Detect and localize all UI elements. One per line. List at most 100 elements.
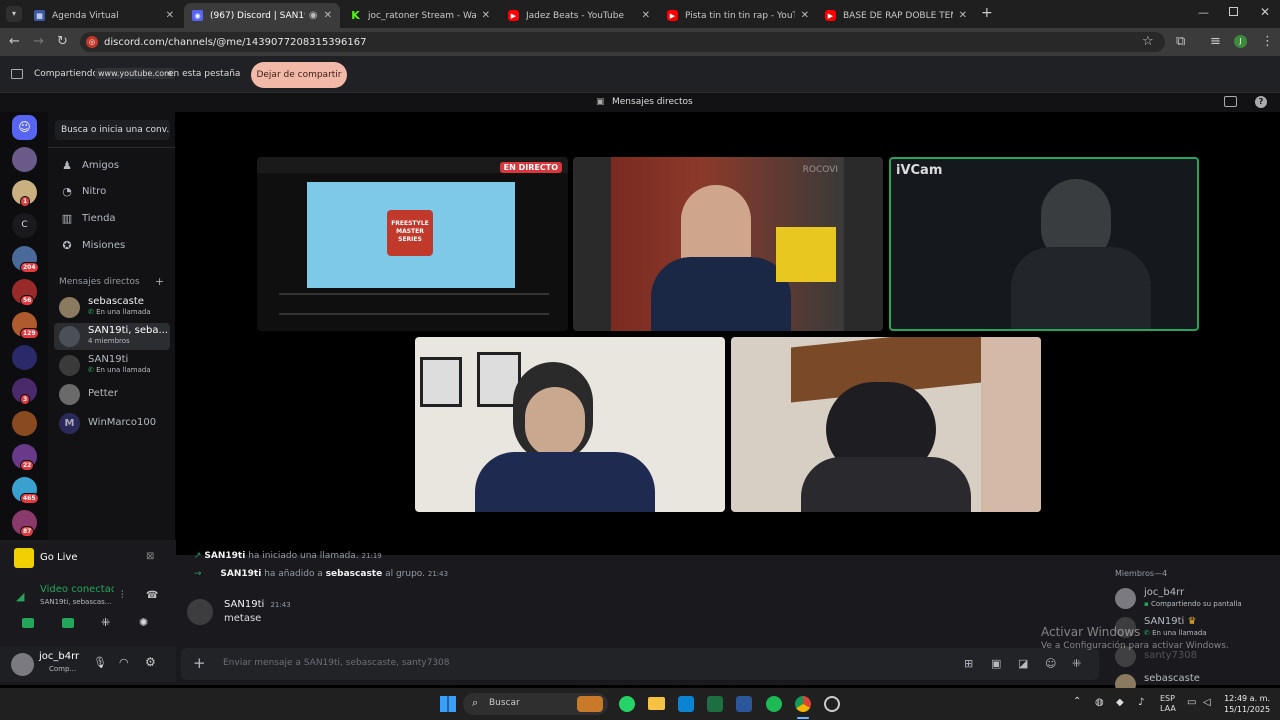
close-tab-icon[interactable]: ✕ (801, 10, 809, 21)
current-user[interactable]: joc_b4rr Comp... 🎙 ◠ ⚙ (0, 646, 176, 682)
dm-item[interactable]: SAN19ti ✆ En una llamada (54, 352, 170, 379)
volume-icon[interactable]: ◁ (1203, 697, 1211, 708)
nav-friends[interactable]: ♟ Amigos (60, 159, 119, 172)
disconnect-icon[interactable]: ☎ (146, 590, 158, 601)
reload-icon[interactable]: ↻ (57, 35, 68, 48)
wall-frame (420, 357, 462, 407)
media-control-icon[interactable]: ≡ (1210, 35, 1221, 48)
spotify-icon[interactable] (766, 696, 782, 712)
video-tile[interactable] (415, 337, 725, 512)
close-window-button[interactable]: ✕ (1260, 5, 1270, 19)
tray-app-icon[interactable]: ◆ (1116, 697, 1124, 708)
browser-tab[interactable]: K joc_ratoner Stream - Watch Live ✕ (342, 3, 498, 28)
browser-tab[interactable]: ▶ Pista tin tin tin rap - YouTub ✕ (659, 3, 817, 28)
maximize-window-button[interactable] (1229, 7, 1238, 16)
new-tab-button[interactable]: + (981, 5, 993, 21)
bookmark-star-icon[interactable]: ☆ (1142, 35, 1154, 48)
back-icon[interactable]: ← (9, 35, 20, 48)
microphone-icon[interactable]: 🎙 (93, 656, 107, 669)
close-tab-icon[interactable]: ✕ (324, 10, 332, 21)
browser-menu-icon[interactable]: ⋮ (1261, 35, 1274, 48)
dismiss-icon[interactable]: ⊠ (146, 551, 154, 562)
nav-quests[interactable]: ✪ Misiones (60, 239, 125, 252)
input-language[interactable]: ESP LAA (1160, 694, 1176, 714)
add-attachment-icon[interactable]: + (193, 654, 206, 672)
screen-share-button[interactable] (62, 618, 74, 628)
unread-badge: 129 (20, 328, 39, 339)
video-tile[interactable]: ROCOVI (573, 157, 883, 331)
tab-list-menu-button[interactable]: ▾ (6, 6, 22, 22)
close-tab-icon[interactable]: ✕ (642, 10, 650, 21)
chrome-icon[interactable] (795, 696, 811, 712)
go-live-banner[interactable]: Go Live ⊠ (0, 540, 176, 576)
dm-item[interactable]: sebascaste ✆ En una llamada (54, 294, 170, 321)
video-feed: ROCOVI (611, 157, 844, 331)
browser-tab[interactable]: ▦ Agenda Virtual ✕ (26, 3, 182, 28)
headphones-icon[interactable]: ◠ (119, 656, 129, 669)
video-tile-speaking[interactable]: iVCam (889, 157, 1199, 331)
browser-tab[interactable]: ▶ BASE DE RAP DOBLE TEMP ✕ (817, 3, 975, 28)
person-body (1011, 247, 1151, 329)
avatar (59, 384, 80, 405)
apps-icon[interactable]: ⁜ (1072, 657, 1081, 670)
avatar[interactable] (187, 599, 213, 625)
taskbar-search[interactable]: ⌕ Buscar (463, 693, 608, 715)
tray-app-icon[interactable]: ◍ (1095, 697, 1104, 708)
network-icon[interactable]: ▭ (1187, 697, 1196, 708)
noise-suppression-icon[interactable]: ⫶ (121, 590, 124, 601)
soundboard-button[interactable]: ✺ (139, 616, 148, 629)
help-icon[interactable]: ? (1255, 96, 1267, 108)
dm-item[interactable]: M WinMarco100 (54, 410, 170, 437)
dm-header-icon: ▣ (596, 97, 605, 107)
server-icon[interactable] (12, 147, 37, 172)
clock[interactable]: 12:49 a. m. 15/11/2025 (1224, 693, 1270, 715)
sticker-icon[interactable]: ◪ (1018, 657, 1028, 670)
stop-sharing-button[interactable]: Dejar de compartir (251, 62, 347, 88)
server-icon[interactable] (12, 411, 37, 436)
server-icon[interactable] (12, 345, 37, 370)
dm-item-active[interactable]: SAN19ti, seba... 4 miembros (54, 323, 170, 350)
browser-tab-active[interactable]: ◉ (967) Discord | SAN19ti, seb ◉ ✕ (184, 3, 340, 28)
sharing-suffix: en esta pestaña (168, 69, 241, 79)
forward-icon[interactable]: → (33, 35, 44, 48)
nav-nitro[interactable]: ◔ Nitro (60, 185, 106, 198)
app-icon[interactable] (824, 696, 840, 712)
file-explorer-icon[interactable] (648, 697, 665, 710)
profile-avatar[interactable]: J (1234, 35, 1247, 48)
emoji-icon[interactable]: ☺ (1045, 657, 1056, 670)
dm-item[interactable]: Petter (54, 381, 170, 408)
nitro-icon: ◔ (62, 185, 72, 198)
server-icon[interactable]: C (12, 213, 37, 238)
settings-icon[interactable]: ⚙ (145, 655, 156, 669)
site-info-icon[interactable]: ◎ (86, 36, 98, 48)
close-tab-icon[interactable]: ✕ (482, 10, 490, 21)
stream-tile-screen-share[interactable]: FREESTYLE MASTER SERIES EN DIRECTO (257, 157, 568, 331)
gift-icon[interactable]: ⊞ (964, 657, 973, 670)
extensions-icon[interactable]: ⧉ (1176, 35, 1185, 48)
discord-home-button[interactable]: ☺ (12, 115, 37, 140)
inbox-icon[interactable] (1224, 96, 1237, 107)
whatsapp-icon[interactable] (619, 696, 635, 712)
message-author[interactable]: SAN19ti 21:43 (224, 599, 291, 610)
close-tab-icon[interactable]: ✕ (959, 10, 967, 21)
browser-tab[interactable]: ▶ Jadez Beats - YouTube ✕ (500, 3, 658, 28)
tray-chevron-icon[interactable]: ⌃ (1073, 696, 1081, 707)
start-button[interactable] (440, 696, 456, 712)
word-icon[interactable] (736, 696, 752, 712)
dm-search-input[interactable]: Busca o inicia una conv... (55, 120, 170, 140)
minimize-window-button[interactable]: — (1198, 6, 1209, 19)
new-dm-icon[interactable]: + (155, 275, 164, 288)
nav-shop[interactable]: ▥ Tienda (60, 212, 116, 225)
close-tab-icon[interactable]: ✕ (166, 10, 174, 21)
microphone-icon[interactable]: ♪ (1138, 697, 1144, 708)
store-icon[interactable] (678, 696, 694, 712)
activity-button[interactable]: ⁜ (101, 616, 110, 629)
gif-icon[interactable]: ▣ (991, 657, 1001, 670)
video-tile[interactable] (731, 337, 1041, 512)
excel-icon[interactable] (707, 696, 723, 712)
message-composer[interactable]: + Enviar mensaje a SAN19ti, sebascaste, … (181, 648, 1099, 680)
address-bar[interactable]: ◎ discord.com/channels/@me/1439077208315… (80, 32, 1165, 52)
member-item[interactable]: joc_b4rr ▪ Compartiendo su pantalla (1113, 586, 1273, 614)
camera-button[interactable] (22, 618, 34, 628)
unread-badge: 204 (20, 262, 39, 273)
